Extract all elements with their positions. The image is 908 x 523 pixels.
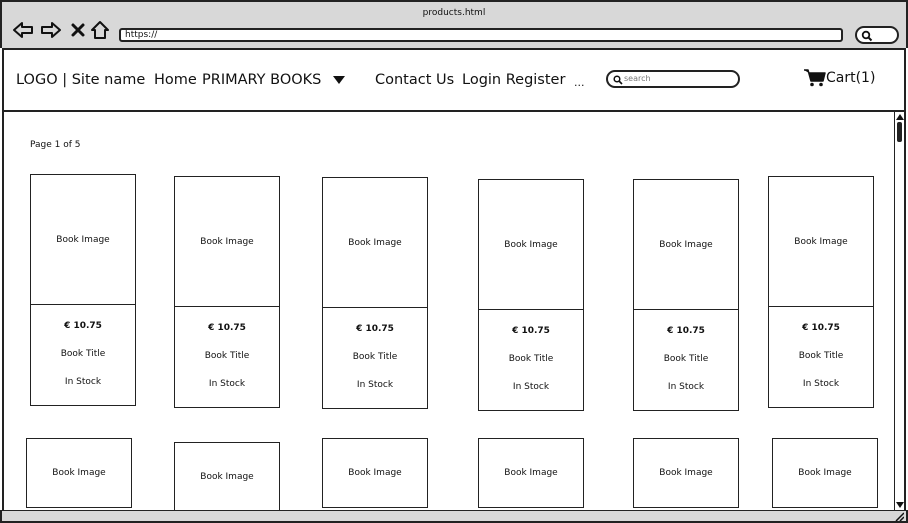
product-card[interactable]: Book Image € 10.75 Book Title In Stock [768, 176, 874, 408]
stock-status: In Stock [512, 382, 550, 392]
book-image: Book Image [659, 468, 713, 478]
product-price: € 10.75 [667, 326, 705, 336]
nav-more[interactable]: ... [574, 76, 585, 89]
site-search-placeholder: search [624, 74, 651, 83]
vertical-scrollbar[interactable] [894, 112, 906, 510]
book-image: Book Image [200, 472, 254, 482]
stop-x-icon[interactable] [67, 19, 89, 41]
page-indicator: Page 1 of 5 [30, 140, 81, 150]
status-bar [0, 510, 908, 523]
product-title: Book Title [508, 354, 554, 364]
book-image: Book Image [504, 468, 558, 478]
product-card[interactable]: Book Image € 10.75 Book Title In Stock [30, 174, 136, 406]
scroll-up-arrow-icon[interactable] [896, 114, 904, 120]
window-title: products.html [422, 8, 486, 18]
cart-label: Cart(1) [826, 70, 876, 86]
product-card[interactable]: Book Image [772, 438, 878, 508]
search-icon [613, 75, 623, 85]
product-card[interactable]: Book Image [26, 438, 132, 508]
nav-contact-us[interactable]: Contact Us [375, 72, 454, 88]
book-image: Book Image [175, 177, 279, 307]
product-price: € 10.75 [208, 323, 246, 333]
book-image: Book Image [479, 180, 583, 310]
book-image: Book Image [31, 175, 135, 305]
scroll-down-arrow-icon[interactable] [896, 502, 904, 508]
site-logo[interactable]: LOGO | Site name [16, 72, 145, 88]
browser-chrome: products.html https:// [0, 0, 908, 48]
product-card[interactable]: Book Image € 10.75 Book Title In Stock [174, 176, 280, 408]
site-search-input[interactable]: search [606, 70, 740, 88]
product-price: € 10.75 [64, 321, 102, 331]
forward-arrow-icon[interactable] [40, 19, 62, 41]
product-price: € 10.75 [512, 326, 550, 336]
nav-home[interactable]: Home [154, 72, 197, 88]
product-title: Book Title [663, 354, 709, 364]
nav-login-register[interactable]: Login Register [462, 72, 565, 88]
cart-button[interactable]: Cart(1) [804, 69, 875, 87]
product-price: € 10.75 [356, 324, 394, 334]
back-arrow-icon[interactable] [12, 19, 34, 41]
url-bar[interactable]: https:// [119, 28, 843, 42]
product-card[interactable]: Book Image € 10.75 Book Title In Stock [322, 177, 428, 409]
product-card[interactable]: Book Image € 10.75 Book Title In Stock [633, 179, 739, 411]
stock-status: In Stock [208, 379, 246, 389]
stock-status: In Stock [64, 377, 102, 387]
product-price: € 10.75 [802, 323, 840, 333]
book-image: Book Image [323, 178, 427, 308]
product-card[interactable]: Book Image [633, 438, 739, 508]
nav-primary-books[interactable]: PRIMARY BOOKS [202, 72, 346, 88]
chevron-down-icon [332, 76, 345, 84]
resize-grip-icon[interactable] [894, 512, 904, 521]
product-title: Book Title [798, 351, 844, 361]
product-card[interactable]: Book Image [174, 442, 280, 510]
stock-status: In Stock [667, 382, 705, 392]
product-card[interactable]: Book Image [478, 438, 584, 508]
book-image: Book Image [769, 177, 873, 307]
book-image: Book Image [348, 468, 402, 478]
product-card[interactable]: Book Image [322, 438, 428, 508]
product-listing: Page 1 of 5 Book Image € 10.75 Book Title… [2, 112, 894, 510]
book-image: Book Image [52, 468, 106, 478]
search-icon [861, 30, 873, 42]
book-image: Book Image [634, 180, 738, 310]
stock-status: In Stock [356, 380, 394, 390]
product-title: Book Title [204, 351, 250, 361]
nav-primary-books-label: PRIMARY BOOKS [202, 72, 322, 88]
shopping-cart-icon [804, 69, 826, 87]
stock-status: In Stock [802, 379, 840, 389]
product-title: Book Title [352, 352, 398, 362]
site-header: LOGO | Site name Home PRIMARY BOOKS Cont… [2, 48, 906, 112]
browser-search-button[interactable] [855, 26, 899, 44]
scroll-thumb[interactable] [897, 122, 902, 142]
product-title: Book Title [60, 349, 106, 359]
book-image: Book Image [798, 468, 852, 478]
home-icon[interactable] [89, 19, 111, 41]
product-card[interactable]: Book Image € 10.75 Book Title In Stock [478, 179, 584, 411]
